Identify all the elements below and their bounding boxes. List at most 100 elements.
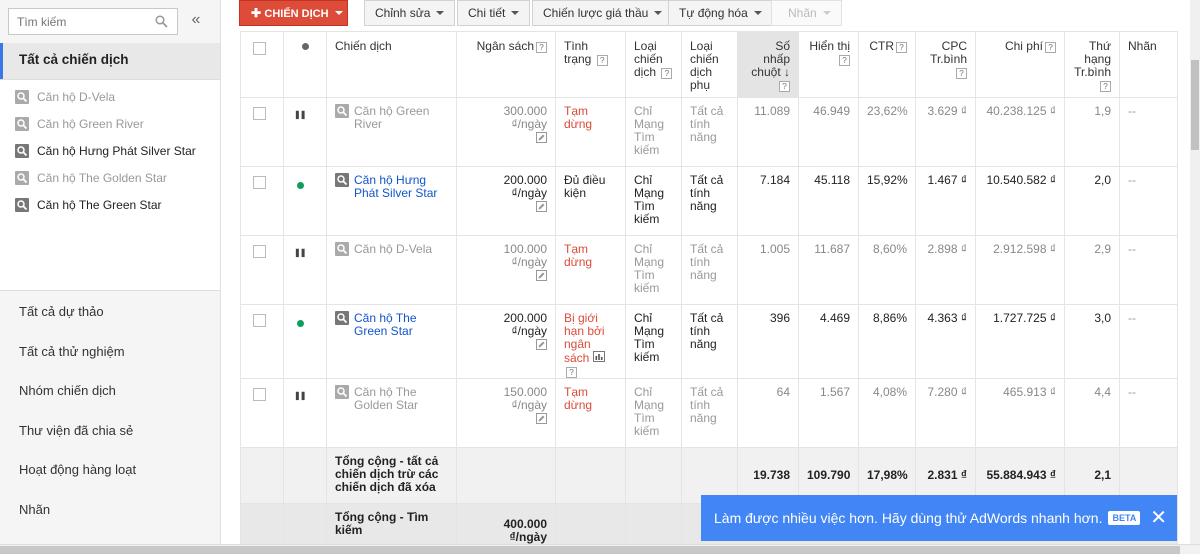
help-icon[interactable]: ? (596, 55, 608, 66)
table-row: ❚❚ Căn hộ D-Vela 100.000 ₫/ngày Tạm dừng… (240, 235, 1178, 305)
scrollbar-thumb[interactable] (0, 546, 1180, 554)
pause-icon[interactable]: ❚❚ (294, 389, 318, 402)
campaign-table: Chiến dịch Ngân sách? Tình trạng ? Loại … (240, 31, 1178, 550)
new-campaign-button[interactable]: ✚ CHIẾN DỊCH (239, 0, 348, 26)
row-impressions: 45.118 (798, 166, 859, 236)
all-campaigns-nav[interactable]: Tất cả chiến dịch (0, 43, 220, 79)
row-cost: 2.912.598 ₫ (975, 235, 1065, 305)
header-campaign-type[interactable]: Loại chiến dịch ? (625, 31, 682, 98)
row-checkbox[interactable] (253, 388, 266, 401)
row-labels: -- (1119, 166, 1178, 236)
search-input[interactable] (9, 9, 149, 34)
automate-dropdown[interactable]: Tự động hóa (668, 0, 773, 26)
sidebar-nav-item[interactable]: Nhóm chiến dịch (0, 371, 220, 411)
header-campaign[interactable]: Chiến dịch (326, 31, 457, 98)
edit-icon[interactable] (465, 270, 547, 283)
sidebar-campaign-item[interactable]: Căn hộ Hưng Phát Silver Star (0, 138, 220, 165)
campaign-name-link[interactable]: Căn hộ D-Vela (354, 243, 432, 256)
help-icon[interactable]: ? (1045, 42, 1056, 53)
header-avg-cpc[interactable]: CPC Tr.bình ? (915, 31, 976, 98)
select-all-cell (240, 31, 284, 98)
row-campaign-cell: Căn hộ The Golden Star (326, 378, 457, 448)
row-avg-cpc: 7.280 ₫ (915, 378, 976, 448)
campaign-name-link[interactable]: Căn hộ The Golden Star (354, 386, 448, 412)
scrollbar-thumb[interactable] (1191, 60, 1199, 150)
help-icon[interactable]: ? (1100, 81, 1111, 92)
bid-strategy-dropdown[interactable]: Chiến lược giá thầu (532, 0, 674, 26)
help-icon[interactable]: ? (566, 367, 577, 378)
help-icon[interactable]: ? (896, 42, 907, 53)
chevron-down-icon (334, 11, 343, 15)
edit-dropdown[interactable]: Chỉnh sửa (364, 0, 456, 26)
campaign-name-link[interactable]: Căn hộ Green River (354, 105, 448, 131)
help-icon[interactable]: ? (779, 81, 790, 92)
vertical-scrollbar[interactable] (1190, 0, 1200, 554)
help-icon[interactable]: ? (536, 42, 547, 53)
campaign-name-link[interactable]: Căn hộ The Green Star (354, 312, 448, 338)
header-campaign-subtype[interactable]: Loại chiến dịch phụ (681, 31, 738, 98)
edit-icon[interactable] (465, 201, 547, 214)
edit-icon[interactable] (465, 339, 547, 352)
table-row: Căn hộ The Green Star 200.000 ₫/ngày Bị … (240, 304, 1178, 379)
row-subtype-cell: Tất cả tính năng (681, 97, 738, 167)
search-icon[interactable] (155, 15, 168, 28)
dot-icon (301, 43, 309, 50)
sidebar-campaign-item[interactable]: Căn hộ The Golden Star (0, 165, 220, 192)
status-dot-header[interactable] (283, 31, 327, 98)
header-status[interactable]: Tình trạng ? (555, 31, 626, 98)
header-budget[interactable]: Ngân sách? (456, 31, 556, 98)
horizontal-scrollbar[interactable] (0, 544, 1200, 554)
row-checkbox[interactable] (253, 314, 266, 327)
edit-icon[interactable] (465, 132, 547, 145)
sidebar-campaign-item[interactable]: Căn hộ The Green Star (0, 192, 220, 219)
sidebar-nav-item[interactable]: Hoạt động hàng loạt (0, 450, 220, 490)
row-checkbox[interactable] (253, 176, 266, 189)
labels-dropdown[interactable]: Nhãn (771, 0, 842, 26)
header-ctr[interactable]: CTR? (858, 31, 916, 98)
row-checkbox[interactable] (253, 245, 266, 258)
row-checkbox[interactable] (253, 107, 266, 120)
sidebar-campaign-item[interactable]: Căn hộ Green River (0, 111, 220, 138)
row-avg-cpc: 4.363 ₫ (915, 304, 976, 379)
active-dot-icon[interactable] (297, 182, 304, 189)
row-type-cell: Chỉ Mạng Tìm kiếm (625, 378, 682, 448)
row-type-cell: Chỉ Mạng Tìm kiếm (625, 97, 682, 167)
chevron-down-icon (822, 11, 831, 15)
header-labels[interactable]: Nhãn (1119, 31, 1178, 98)
sidebar-campaign-item[interactable]: Căn hộ D-Vela (0, 84, 220, 111)
try-new-adwords-banner[interactable]: Làm được nhiều việc hơn. Hãy dùng thử Ad… (701, 495, 1177, 541)
collapse-sidebar-button[interactable]: « (186, 9, 206, 31)
search-box[interactable] (8, 8, 178, 35)
cell (283, 503, 327, 550)
select-all-checkbox[interactable] (253, 42, 266, 55)
header-labels-label: Nhãn (1128, 39, 1157, 53)
pause-icon[interactable]: ❚❚ (294, 246, 318, 259)
sidebar-nav-item[interactable]: Thư viện đã chia sẻ (0, 411, 220, 451)
help-icon[interactable]: ? (956, 68, 967, 79)
campaign-name-link[interactable]: Căn hộ Hưng Phát Silver Star (354, 174, 448, 200)
details-dropdown[interactable]: Chi tiết (457, 0, 531, 26)
edit-icon[interactable] (465, 413, 547, 426)
row-clicks: 11.089 (737, 97, 799, 167)
header-impressions-label: Hiển thị (809, 39, 850, 53)
header-clicks[interactable]: Số nhấp chuột ↓ ? (737, 31, 799, 98)
header-impressions[interactable]: Hiển thị ? (798, 31, 859, 98)
chart-icon[interactable] (592, 351, 605, 365)
row-impressions: 4.469 (798, 304, 859, 379)
header-avg-position[interactable]: Thứ hạng Tr.bình ? (1064, 31, 1120, 98)
sidebar-nav-item[interactable]: Nhãn (0, 490, 220, 530)
active-dot-icon[interactable] (297, 320, 304, 327)
help-icon[interactable]: ? (839, 55, 850, 66)
header-cost[interactable]: Chi phí? (975, 31, 1065, 98)
sidebar-nav-item[interactable]: Tất cả dự thảo (0, 292, 220, 332)
close-icon[interactable]: ✕ (1150, 495, 1167, 541)
row-ctr: 15,92% (858, 166, 916, 236)
banner-text: Làm được nhiều việc hơn. Hãy dùng thử Ad… (714, 510, 1103, 526)
labels-label: Nhãn (788, 6, 817, 20)
pause-icon[interactable]: ❚❚ (294, 108, 318, 121)
sidebar-nav-item[interactable]: Tất cả thử nghiệm (0, 332, 220, 372)
header-status-label: Tình trạng (564, 39, 592, 66)
row-avg-cpc: 2.898 ₫ (915, 235, 976, 305)
row-status-text-cell: Tạm dừng (555, 235, 626, 305)
help-icon[interactable]: ? (661, 68, 673, 79)
